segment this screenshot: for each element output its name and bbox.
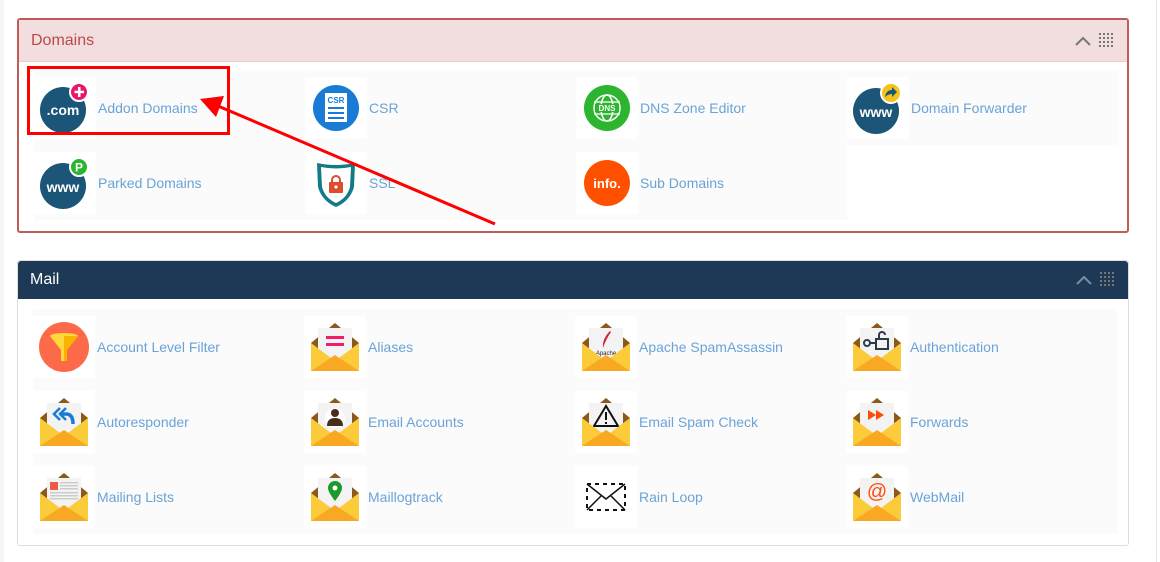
forwards-icon bbox=[846, 390, 908, 453]
mailing-lists-icon bbox=[33, 465, 95, 528]
item-label[interactable]: Apache SpamAssassin bbox=[639, 339, 783, 355]
item-label[interactable]: Sub Domains bbox=[640, 175, 724, 191]
item-label[interactable]: WebMail bbox=[910, 489, 964, 505]
svg-text:DNS: DNS bbox=[599, 104, 617, 113]
item-label[interactable]: DNS Zone Editor bbox=[640, 100, 746, 116]
left-edge bbox=[0, 0, 4, 562]
scrollbar-track[interactable] bbox=[1156, 0, 1160, 562]
item-webmail[interactable]: @ WebMail bbox=[846, 459, 1117, 534]
svg-text:CSR: CSR bbox=[328, 96, 345, 105]
rain-loop-icon bbox=[575, 465, 637, 528]
item-label[interactable]: Forwards bbox=[910, 414, 968, 430]
item-rain-loop[interactable]: Rain Loop bbox=[575, 459, 846, 534]
sub-domains-icon: info. bbox=[576, 151, 638, 214]
item-email-accounts[interactable]: Email Accounts bbox=[304, 384, 575, 459]
mail-panel-header[interactable]: Mail bbox=[18, 261, 1128, 299]
email-accounts-icon bbox=[304, 390, 366, 453]
item-label[interactable]: Authentication bbox=[910, 339, 999, 355]
parked-domains-icon: www P bbox=[34, 151, 96, 214]
item-label[interactable]: Domain Forwarder bbox=[911, 100, 1027, 116]
domains-panel-header[interactable]: Domains bbox=[19, 20, 1127, 62]
svg-text:www: www bbox=[859, 104, 893, 120]
item-autoresponder[interactable]: Autoresponder bbox=[33, 384, 304, 459]
csr-icon: CSR bbox=[305, 76, 367, 139]
maillogtrack-icon bbox=[304, 465, 366, 528]
svg-text:info.: info. bbox=[593, 176, 620, 191]
item-authentication[interactable]: Authentication bbox=[846, 309, 1117, 384]
mail-items-grid: Account Level Filter Aliases Apache Apac… bbox=[18, 299, 1128, 534]
mail-panel: Mail Account Level Filter Aliases Apache… bbox=[17, 260, 1129, 546]
item-label[interactable]: Addon Domains bbox=[98, 100, 198, 116]
item-account-level-filter[interactable]: Account Level Filter bbox=[33, 309, 304, 384]
svg-text:@: @ bbox=[867, 481, 887, 503]
domains-panel: Domains .com Addon Domains CSR CSR DNS D… bbox=[17, 18, 1129, 233]
spam-check-icon bbox=[575, 390, 637, 453]
cpanel-page: Domains .com Addon Domains CSR CSR DNS D… bbox=[0, 0, 1160, 562]
item-mailing-lists[interactable]: Mailing Lists bbox=[33, 459, 304, 534]
item-maillogtrack[interactable]: Maillogtrack bbox=[304, 459, 575, 534]
item-label[interactable]: Parked Domains bbox=[98, 175, 202, 191]
item-label[interactable]: Aliases bbox=[368, 339, 413, 355]
item-label[interactable]: Email Spam Check bbox=[639, 414, 758, 430]
item-label[interactable]: Email Accounts bbox=[368, 414, 464, 430]
addon-domains-icon: .com bbox=[34, 76, 96, 139]
mail-panel-title: Mail bbox=[30, 271, 60, 288]
item-aliases[interactable]: Aliases bbox=[304, 309, 575, 384]
funnel-icon bbox=[33, 315, 95, 378]
item-ssl[interactable]: SSL bbox=[305, 145, 576, 220]
item-addon-domains[interactable]: .com Addon Domains bbox=[34, 70, 305, 145]
item-label[interactable]: Account Level Filter bbox=[97, 339, 220, 355]
aliases-icon bbox=[304, 315, 366, 378]
item-email-spam-check[interactable]: Email Spam Check bbox=[575, 384, 846, 459]
item-apache-spamassassin[interactable]: Apache Apache SpamAssassin bbox=[575, 309, 846, 384]
item-sub-domains[interactable]: info. Sub Domains bbox=[576, 145, 847, 220]
dns-zone-editor-icon: DNS bbox=[576, 76, 638, 139]
item-label[interactable]: Mailing Lists bbox=[97, 489, 174, 505]
item-label[interactable]: SSL bbox=[369, 175, 395, 191]
item-parked-domains[interactable]: www P Parked Domains bbox=[34, 145, 305, 220]
item-label[interactable]: Autoresponder bbox=[97, 414, 189, 430]
item-forwards[interactable]: Forwards bbox=[846, 384, 1117, 459]
svg-text:.com: .com bbox=[47, 102, 80, 118]
item-label[interactable]: CSR bbox=[369, 100, 399, 116]
item-csr[interactable]: CSR CSR bbox=[305, 70, 576, 145]
empty-cell bbox=[847, 145, 1118, 220]
item-dns-zone-editor[interactable]: DNS DNS Zone Editor bbox=[576, 70, 847, 145]
svg-text:www: www bbox=[46, 179, 80, 195]
ssl-icon bbox=[305, 151, 367, 214]
spamassassin-icon: Apache bbox=[575, 315, 637, 378]
drag-handle-grid-icon[interactable] bbox=[1099, 32, 1115, 49]
item-label[interactable]: Rain Loop bbox=[639, 489, 703, 505]
webmail-icon: @ bbox=[846, 465, 908, 528]
svg-text:P: P bbox=[75, 160, 83, 174]
domain-forwarder-icon: www bbox=[847, 76, 909, 139]
item-domain-forwarder[interactable]: www Domain Forwarder bbox=[847, 70, 1118, 145]
authentication-icon bbox=[846, 315, 908, 378]
domains-items-grid: .com Addon Domains CSR CSR DNS DNS Zone … bbox=[19, 62, 1127, 220]
autoresponder-icon bbox=[33, 390, 95, 453]
item-label[interactable]: Maillogtrack bbox=[368, 489, 443, 505]
collapse-chevron-up-icon[interactable] bbox=[1076, 272, 1092, 288]
collapse-chevron-up-icon[interactable] bbox=[1075, 33, 1091, 49]
domains-panel-title: Domains bbox=[31, 31, 95, 49]
drag-handle-grid-icon[interactable] bbox=[1100, 272, 1116, 288]
